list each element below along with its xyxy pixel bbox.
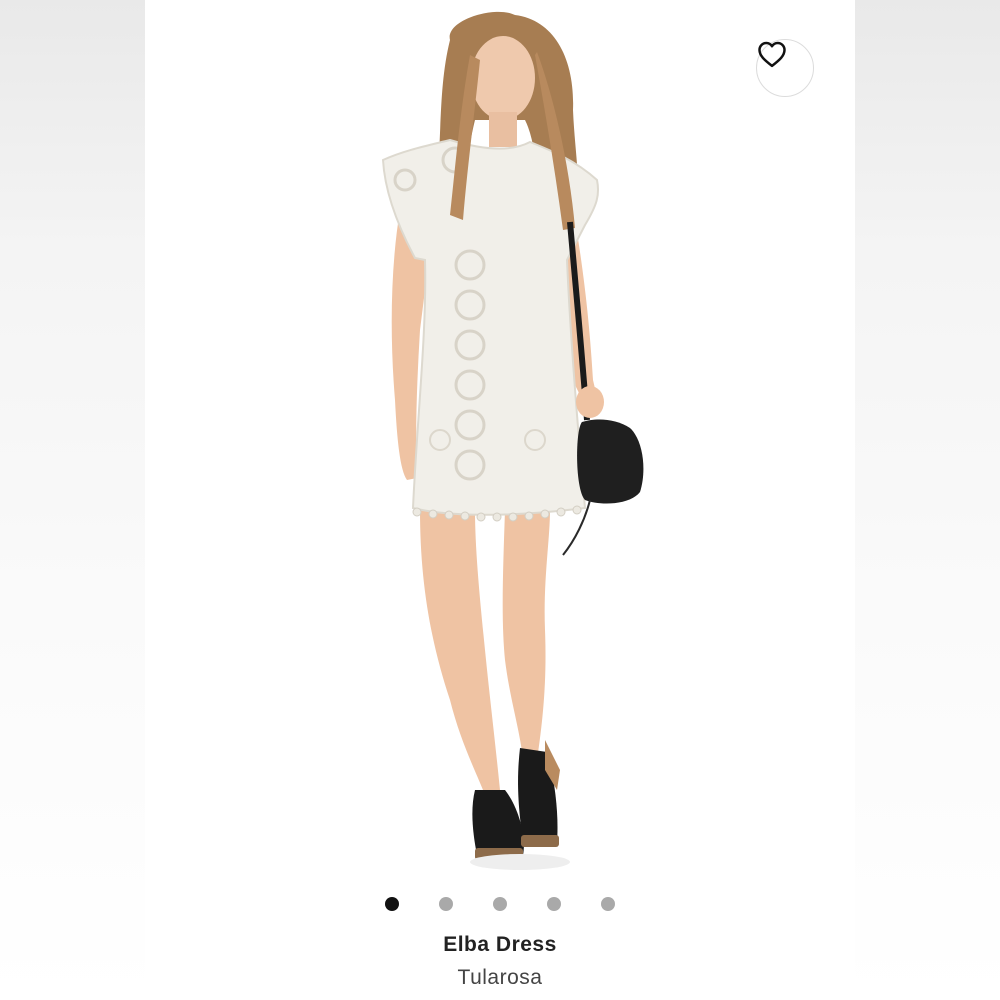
- background-blur-left: [0, 0, 145, 1000]
- carousel-dot-5[interactable]: [601, 897, 615, 911]
- product-name: Elba Dress: [443, 933, 557, 956]
- carousel-dot-4[interactable]: [547, 897, 561, 911]
- carousel-dot-1[interactable]: [385, 897, 399, 911]
- product-card: Elba Dress Tularosa: [145, 0, 855, 1000]
- product-brand[interactable]: Tularosa: [145, 966, 855, 990]
- model-illustration: [381, 11, 644, 870]
- product-image[interactable]: [145, 0, 855, 880]
- background-blur-right: [855, 0, 1000, 1000]
- favorite-button[interactable]: [756, 39, 814, 97]
- heart-outline-icon: [758, 41, 786, 68]
- carousel-dot-3[interactable]: [493, 897, 507, 911]
- carousel-pagination: [145, 895, 855, 913]
- carousel-dot-2[interactable]: [439, 897, 453, 911]
